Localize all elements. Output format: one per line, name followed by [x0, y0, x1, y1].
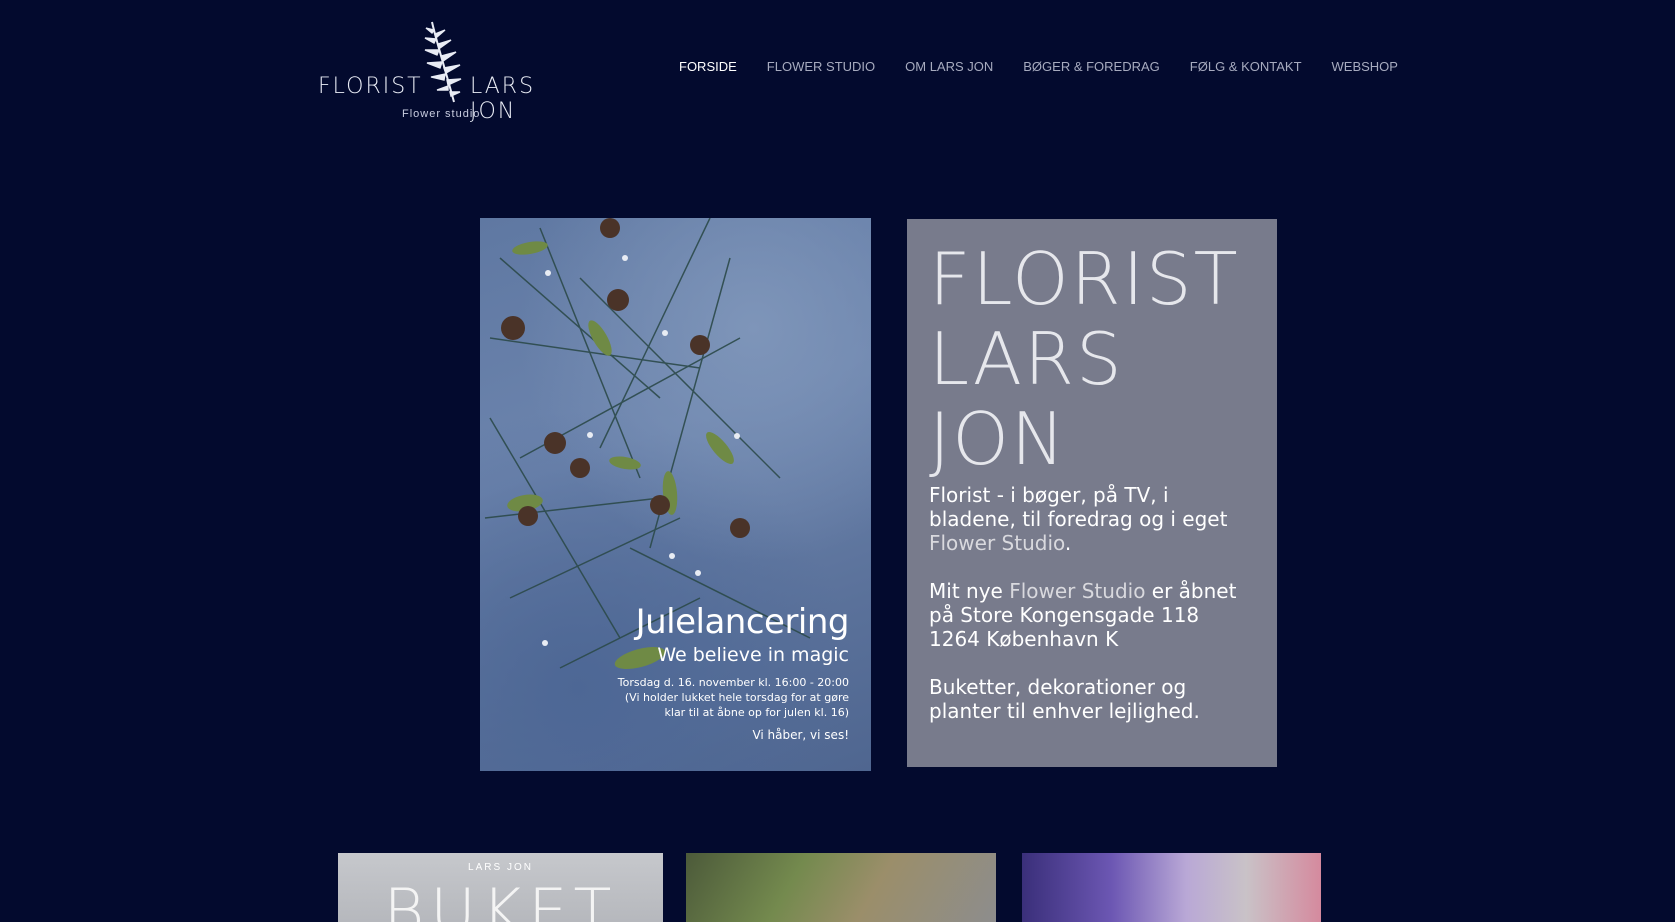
- intro-title-line: LARS: [929, 317, 1124, 401]
- intro-paragraph-2-address: 1264 København K: [929, 627, 1119, 651]
- intro-title-line: JON: [929, 397, 1067, 481]
- logo-text-right: LARS JON: [470, 74, 536, 124]
- julelancering-poster[interactable]: Julelancering We believe in magic Torsda…: [480, 218, 871, 771]
- buket-tile-title: BUKET: [383, 875, 618, 922]
- poster-note-line-1: (Vi holder lukket hele torsdag for at gø…: [624, 691, 849, 704]
- intro-paragraph-1-end: .: [1064, 531, 1072, 555]
- poster-title: Julelancering: [635, 602, 850, 642]
- intro-paragraph-1: Florist - i bøger, på TV, i bladene, til…: [929, 483, 1255, 555]
- flower-studio-link[interactable]: Flower Studio: [929, 531, 1065, 555]
- nav-item-om-lars-jon[interactable]: OM LARS JON: [890, 58, 1008, 76]
- buket-tile[interactable]: LARS JON BUKET: [338, 853, 663, 922]
- poster-note-line-2: klar til at åbne op for julen kl. 16): [664, 706, 849, 719]
- intro-text-box: FLORIST LARS JON Florist - i bøger, på T…: [907, 219, 1277, 767]
- intro-paragraph-3: Buketter, dekorationer og planter til en…: [929, 675, 1200, 723]
- intro-paragraph-2: Mit nye Flower Studio er åbnet på Store …: [929, 579, 1255, 651]
- nav-item-webshop[interactable]: WEBSHOP: [1317, 58, 1413, 76]
- intro-title-line: FLORIST: [929, 237, 1240, 321]
- intro-paragraph-1-text: Florist - i bøger, på TV, i bladene, til…: [929, 483, 1228, 531]
- nav-item-folg-kontakt[interactable]: FØLG & KONTAKT: [1175, 58, 1317, 76]
- poster-date-line: Torsdag d. 16. november kl. 16:00 - 20:0…: [617, 676, 849, 689]
- main-navigation: FORSIDE FLOWER STUDIO OM LARS JON BØGER …: [664, 58, 1413, 76]
- nav-item-forside[interactable]: FORSIDE: [664, 58, 752, 76]
- flower-studio-link[interactable]: Flower Studio: [1009, 579, 1145, 603]
- logo-tagline: Flower studio: [402, 108, 481, 120]
- site-logo[interactable]: FLORIST LARS JON Flower studio: [316, 20, 578, 125]
- poster-closing-line: Vi håber, vi ses!: [752, 728, 849, 742]
- poster-subtitle: We believe in magic: [657, 644, 849, 666]
- bouquet-image-tile[interactable]: [1022, 853, 1321, 922]
- logo-text-left: FLORIST: [318, 74, 423, 99]
- nav-item-flower-studio[interactable]: FLOWER STUDIO: [752, 58, 890, 76]
- nav-item-boger-foredrag[interactable]: BØGER & FOREDRAG: [1008, 58, 1175, 76]
- intro-title: FLORIST LARS JON: [929, 239, 1255, 479]
- buket-tile-brand: LARS JON: [468, 862, 533, 873]
- flower-image-tile[interactable]: [686, 853, 996, 922]
- intro-paragraph-2-start: Mit nye: [929, 579, 1010, 603]
